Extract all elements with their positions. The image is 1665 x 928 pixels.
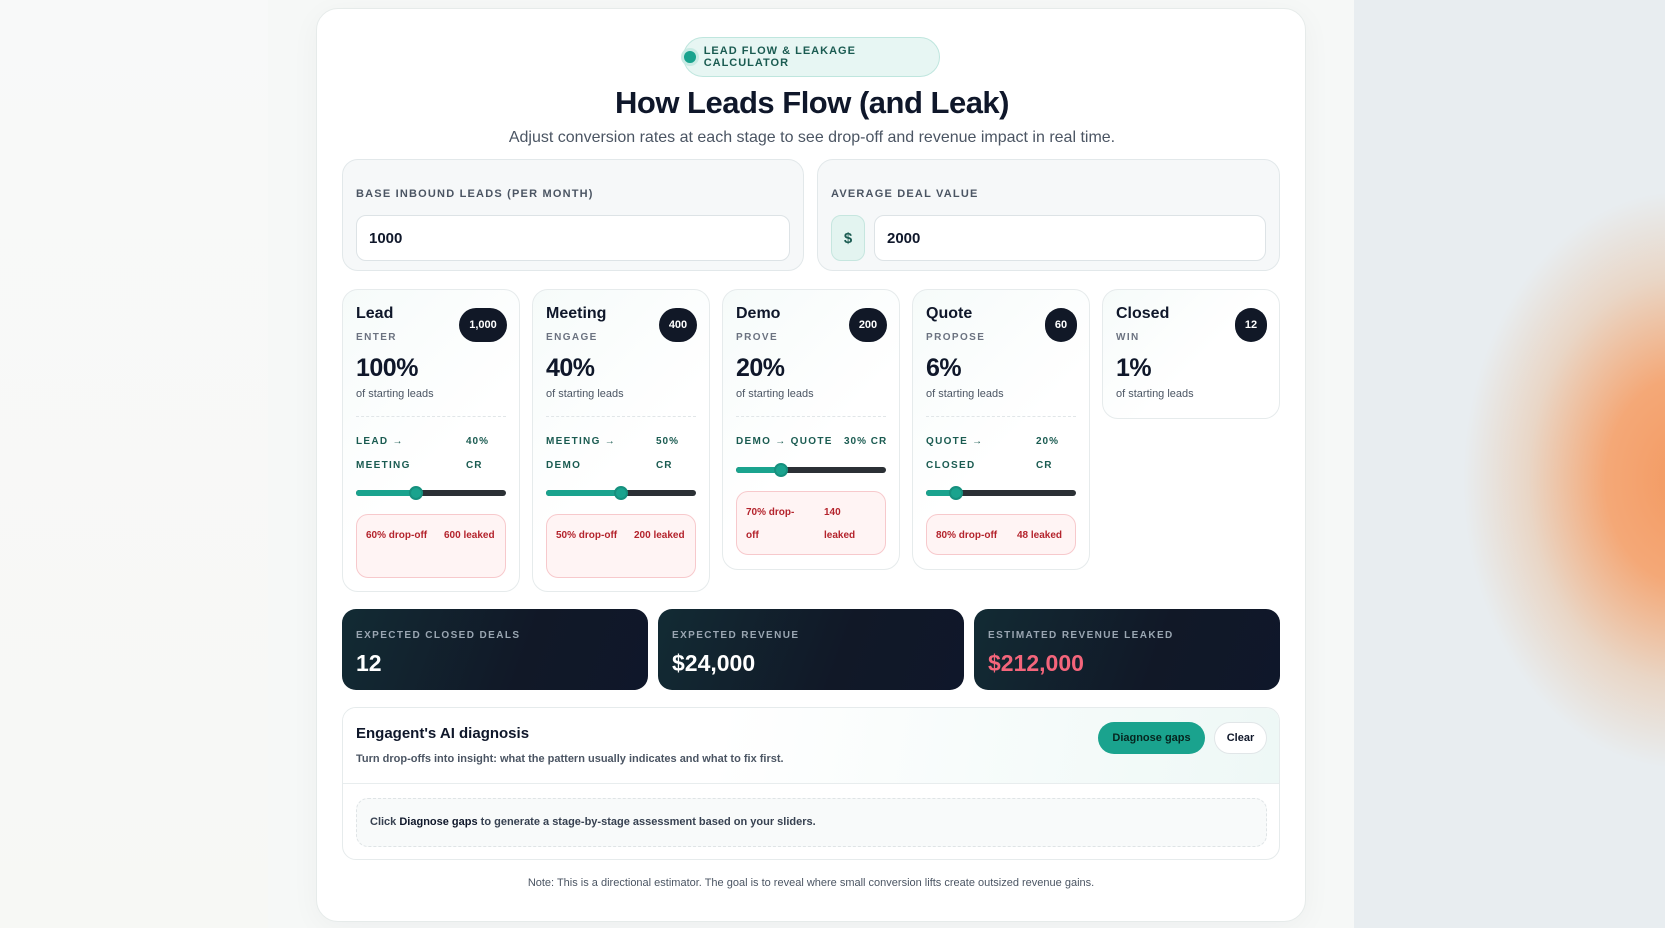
stage-verb: ENGAGE [546, 332, 598, 343]
base-leads-panel: BASE INBOUND LEADS (PER MONTH) [342, 159, 804, 271]
base-leads-label: BASE INBOUND LEADS (PER MONTH) [356, 188, 594, 200]
stage-divider [736, 416, 886, 417]
stage-divider [926, 416, 1076, 417]
stage-verb: PROVE [736, 332, 779, 343]
stage-verb: PROPOSE [926, 332, 986, 343]
stage-percent-caption: of starting leads [736, 388, 814, 400]
calculator-badge: LEAD FLOW & LEAKAGE CALCULATOR [683, 37, 940, 77]
stage-name: Meeting [546, 305, 607, 322]
deal-value-panel: AVERAGE DEAL VALUE $ [817, 159, 1280, 271]
stage-card-demo: Demo PROVE 200 20% of starting leads DEM… [722, 289, 900, 570]
diagnosis-title: Engagent's AI diagnosis [356, 725, 530, 742]
diagnosis-header: Engagent's AI diagnosis Turn drop-offs i… [343, 708, 1279, 784]
conversion-slider-lead-meeting[interactable] [356, 486, 506, 500]
metric-closed-deals: EXPECTED CLOSED DEALS 12 [342, 609, 648, 690]
background-gradient [1354, 0, 1665, 928]
page-subtitle: Adjust conversion rates at each stage to… [508, 129, 1116, 146]
metric-value: 12 [356, 650, 382, 676]
dropoff-text: 70% drop-off [746, 507, 795, 541]
deal-value-label: AVERAGE DEAL VALUE [831, 188, 979, 200]
slider-fill [356, 490, 416, 496]
conversion-rate: 40% CR [466, 436, 490, 471]
diagnosis-hint-action: Diagnose gaps [399, 816, 478, 828]
conversion-slider-quote-closed[interactable] [926, 486, 1076, 500]
leakage-box: 50% drop-off 200 leaked [546, 514, 696, 578]
stage-percent-caption: of starting leads [1116, 388, 1194, 400]
metric-label: ESTIMATED REVENUE LEAKED [988, 630, 1174, 641]
stage-count-badge: 1,000 [459, 308, 507, 342]
stage-count-badge: 12 [1235, 308, 1267, 342]
conversion-slider-meeting-demo[interactable] [546, 486, 696, 500]
stage-verb: WIN [1116, 332, 1140, 343]
diagnosis-output: Click Diagnose gaps to generate a stage-… [356, 798, 1267, 847]
slider-handle[interactable] [409, 486, 423, 500]
dropoff-text: 50% drop-off [556, 530, 618, 541]
metric-value-leaked: $212,000 [988, 650, 1084, 676]
stage-name: Lead [356, 305, 394, 322]
conversion-label: LEAD → MEETING [356, 436, 411, 471]
leakage-box: 80% drop-off 48 leaked [926, 514, 1076, 555]
stage-percent: 6% [926, 354, 962, 382]
conversion-rate: 30% CR [844, 436, 888, 447]
dropoff-text: 80% drop-off [936, 530, 998, 541]
stage-divider [356, 416, 506, 417]
metric-expected-revenue: EXPECTED REVENUE $24,000 [658, 609, 964, 690]
diagnosis-hint-prefix: Click [370, 816, 397, 828]
slider-fill [546, 490, 621, 496]
ai-diagnosis-panel: Engagent's AI diagnosis Turn drop-offs i… [342, 707, 1280, 860]
page-title: How Leads Flow (and Leak) [615, 85, 1010, 120]
dropoff-text: 60% drop-off [366, 530, 428, 541]
conversion-label: QUOTE → CLOSED [926, 436, 984, 471]
stage-divider [546, 416, 696, 417]
deal-value-input[interactable] [874, 215, 1266, 261]
stage-percent-caption: of starting leads [356, 388, 434, 400]
slider-handle[interactable] [949, 486, 963, 500]
diagnose-gaps-button[interactable]: Diagnose gaps [1098, 722, 1205, 754]
currency-icon: $ [831, 215, 865, 261]
metric-label: EXPECTED REVENUE [672, 630, 800, 641]
metric-value: $24,000 [672, 650, 756, 676]
stage-card-quote: Quote PROPOSE 60 6% of starting leads QU… [912, 289, 1090, 570]
stage-percent-caption: of starting leads [546, 388, 624, 400]
calculator-badge-label: LEAD FLOW & LEAKAGE CALCULATOR [703, 45, 856, 69]
background-left [0, 0, 268, 928]
slider-handle[interactable] [774, 463, 788, 477]
footer-note: Note: This is a directional estimator. T… [527, 877, 1095, 889]
conversion-rate: 50% CR [656, 436, 680, 471]
stage-percent: 20% [736, 354, 785, 382]
leakage-box: 70% drop-off 140 leaked [736, 491, 886, 555]
stage-card-meeting: Meeting ENGAGE 400 40% of starting leads… [532, 289, 710, 592]
slider-handle[interactable] [614, 486, 628, 500]
leaked-text: 48 leaked [1017, 530, 1063, 541]
stage-count-badge: 400 [659, 308, 697, 342]
conversion-label: DEMO → QUOTE [736, 436, 833, 447]
diagnosis-hint-suffix: to generate a stage-by-stage assessment … [480, 816, 816, 828]
leaked-text: 200 leaked [634, 530, 685, 541]
stage-count-badge: 60 [1045, 308, 1077, 342]
stage-name: Closed [1116, 305, 1170, 322]
stage-card-closed: Closed WIN 12 1% of starting leads [1102, 289, 1280, 419]
stage-percent: 100% [356, 354, 418, 382]
base-leads-input[interactable] [356, 215, 790, 261]
stage-verb: ENTER [356, 332, 397, 343]
diagnosis-description: Turn drop-offs into insight: what the pa… [356, 753, 784, 765]
conversion-slider-demo-quote[interactable] [736, 463, 886, 477]
conversion-label: MEETING → DEMO [546, 436, 617, 471]
metric-revenue-leaked: ESTIMATED REVENUE LEAKED $212,000 [974, 609, 1280, 690]
leaked-text: 600 leaked [444, 530, 495, 541]
stage-name: Quote [926, 305, 973, 322]
stage-name: Demo [736, 305, 781, 322]
clear-button[interactable]: Clear [1214, 722, 1267, 754]
stage-count-badge: 200 [849, 308, 887, 342]
leaked-text: 140 leaked [824, 507, 856, 541]
conversion-rate: 20% CR [1036, 436, 1060, 471]
metric-label: EXPECTED CLOSED DEALS [356, 630, 521, 641]
status-dot-icon [684, 51, 696, 63]
leakage-box: 60% drop-off 600 leaked [356, 514, 506, 578]
stage-percent: 1% [1116, 354, 1152, 382]
stage-percent-caption: of starting leads [926, 388, 1004, 400]
stage-percent: 40% [546, 354, 595, 382]
stage-card-lead: Lead ENTER 1,000 100% of starting leads … [342, 289, 520, 592]
